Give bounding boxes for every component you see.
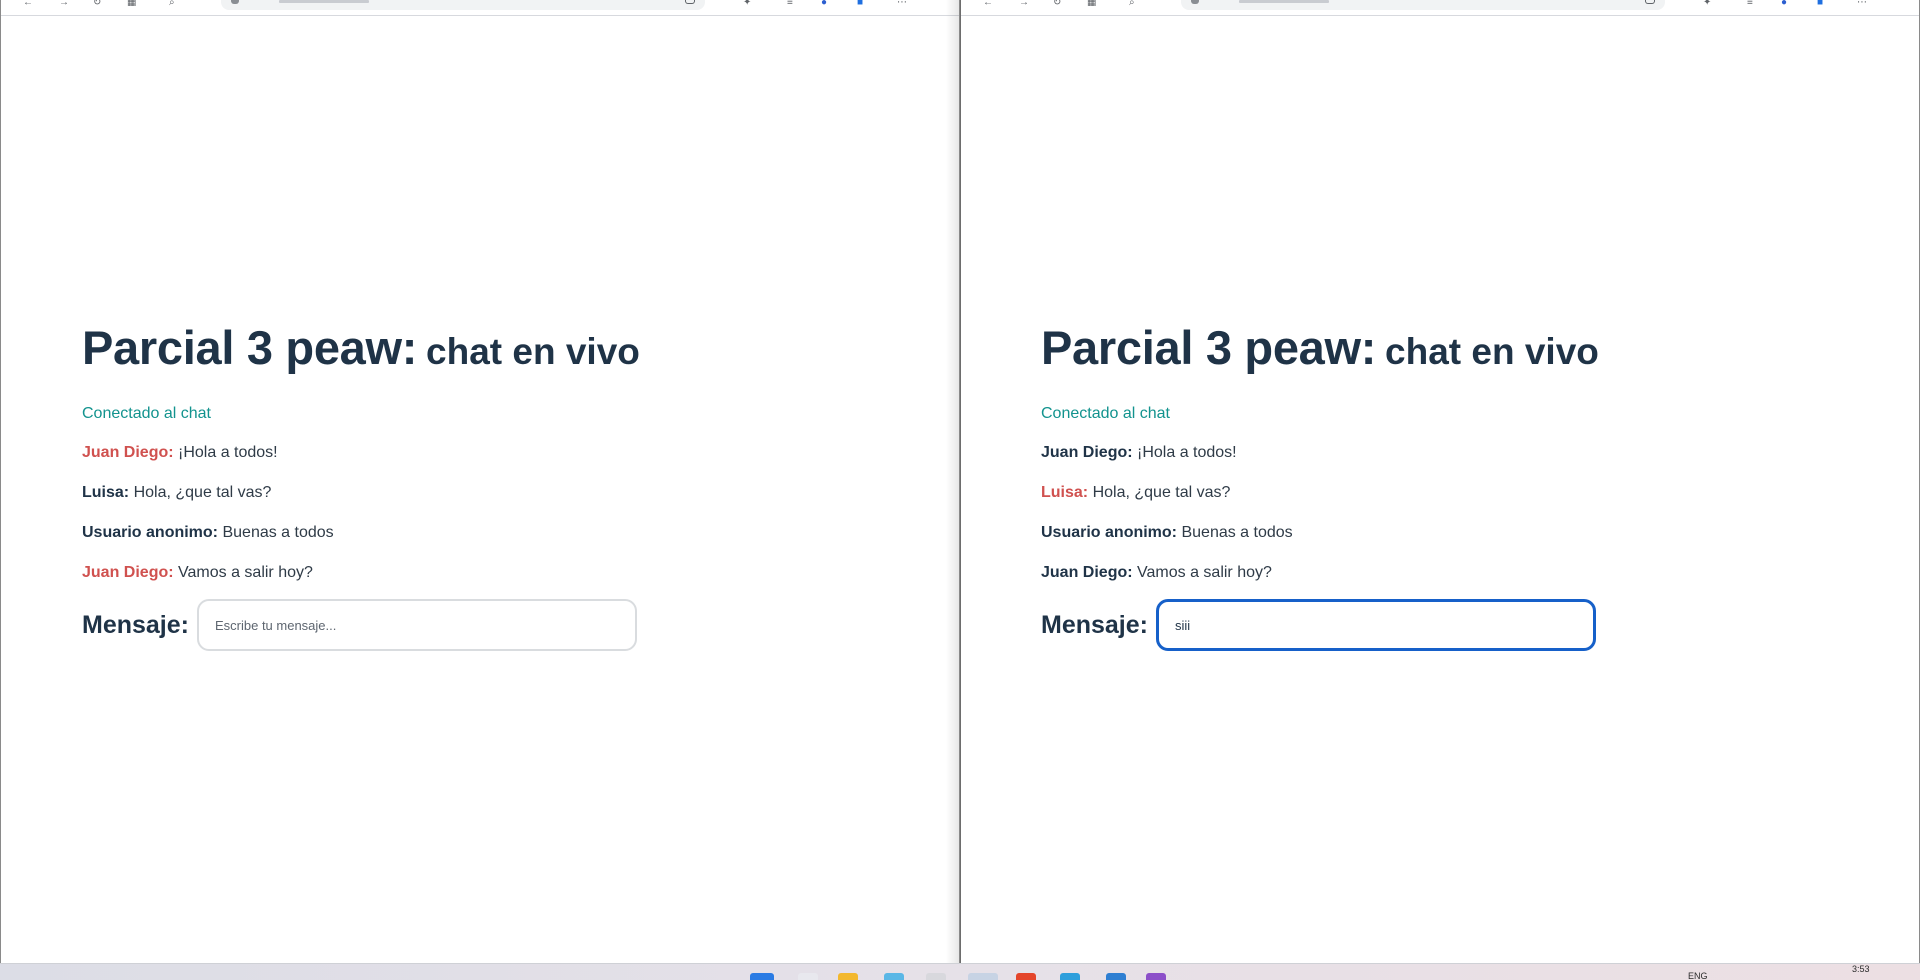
- message-text: Vamos a salir hoy?: [178, 564, 313, 581]
- message-author: Juan Diego:: [82, 564, 174, 581]
- reload-icon[interactable]: ↻: [93, 0, 101, 6]
- message-input[interactable]: [1155, 599, 1596, 651]
- notifications-icon[interactable]: ■: [857, 0, 863, 6]
- mail-icon[interactable]: [884, 973, 904, 980]
- chrome-icon[interactable]: [1016, 973, 1036, 980]
- chat-page: Parcial 3 peaw: chat en vivo Conectado a…: [82, 320, 640, 651]
- message-list: Juan Diego: ¡Hola a todos! Luisa: Hola, …: [1041, 443, 1599, 603]
- taskbar: ENG 3:53: [0, 963, 1920, 980]
- browser-window-right: ← → ↻ ▦ ⌕ ✦ ≡ ● ■ ⋯ Parcial 3 peaw: chat…: [960, 0, 1920, 963]
- title-subtitle: chat en vivo: [426, 331, 640, 372]
- message-author: Juan Diego:: [82, 444, 174, 461]
- browser-toolbar: ← → ↻ ▦ ⌕ ✦ ≡ ● ■ ⋯: [961, 0, 1919, 16]
- extensions-icon[interactable]: ✦: [743, 0, 751, 6]
- reload-icon[interactable]: ↻: [1053, 0, 1061, 6]
- site-info-icon[interactable]: [231, 0, 239, 4]
- message-input[interactable]: [196, 599, 637, 651]
- page-title: Parcial 3 peaw: chat en vivo: [82, 320, 640, 375]
- menu-icon[interactable]: ⋯: [897, 0, 907, 6]
- apps-icon[interactable]: ▦: [1087, 0, 1096, 6]
- message-text: Buenas a todos: [222, 524, 334, 541]
- message-compose: Mensaje:: [82, 599, 640, 651]
- message-list: Juan Diego: ¡Hola a todos! Luisa: Hola, …: [82, 443, 640, 603]
- apps-icon[interactable]: ▦: [127, 0, 136, 6]
- message-compose: Mensaje:: [1041, 599, 1599, 651]
- message-text: Hola, ¿que tal vas?: [1092, 484, 1231, 501]
- forward-icon[interactable]: →: [59, 0, 69, 6]
- menu-icon[interactable]: ⋯: [1857, 0, 1867, 6]
- chat-message: Luisa: Hola, ¿que tal vas?: [1041, 483, 1599, 523]
- message-text: Vamos a salir hoy?: [1137, 564, 1272, 581]
- title-main: Parcial 3 peaw:: [1041, 321, 1377, 374]
- store-icon[interactable]: [968, 973, 998, 980]
- chat-message: Luisa: Hola, ¿que tal vas?: [82, 483, 640, 523]
- notifications-icon[interactable]: ■: [1817, 0, 1823, 6]
- message-text: Buenas a todos: [1181, 524, 1293, 541]
- telegram-icon[interactable]: [1060, 973, 1080, 980]
- message-text: ¡Hola a todos!: [178, 444, 278, 461]
- connection-status: Conectado al chat: [1041, 405, 1170, 422]
- reading-list-icon[interactable]: ≡: [1747, 0, 1753, 6]
- message-author: Usuario anonimo:: [82, 524, 219, 541]
- chat-message: Usuario anonimo: Buenas a todos: [82, 523, 640, 563]
- back-icon[interactable]: ←: [23, 0, 33, 6]
- terminal-icon[interactable]: [926, 973, 946, 980]
- message-label: Mensaje:: [1041, 610, 1148, 639]
- chat-message: Juan Diego: ¡Hola a todos!: [82, 443, 640, 483]
- chat-message: Juan Diego: Vamos a salir hoy?: [82, 563, 640, 603]
- message-author: Luisa:: [82, 484, 130, 501]
- message-text: Hola, ¿que tal vas?: [133, 484, 272, 501]
- app-icon[interactable]: [1146, 973, 1166, 980]
- profile-icon[interactable]: ●: [821, 0, 827, 6]
- message-author: Juan Diego:: [1041, 564, 1133, 581]
- address-bar[interactable]: [1181, 0, 1665, 10]
- file-explorer-icon[interactable]: [838, 973, 858, 980]
- search-icon[interactable]: ⌕: [1129, 0, 1135, 6]
- chat-message: Juan Diego: ¡Hola a todos!: [1041, 443, 1599, 483]
- message-author: Juan Diego:: [1041, 444, 1133, 461]
- desktop: ← → ↻ ▦ ⌕ ✦ ≡ ● ■ ⋯ Parcial 3 peaw: chat…: [0, 0, 1920, 980]
- message-text: ¡Hola a todos!: [1137, 444, 1237, 461]
- url-text: [279, 0, 369, 3]
- address-bar[interactable]: [221, 0, 705, 10]
- page-title: Parcial 3 peaw: chat en vivo: [1041, 320, 1599, 375]
- bookmark-star-icon[interactable]: [685, 0, 695, 4]
- browser-toolbar: ← → ↻ ▦ ⌕ ✦ ≡ ● ■ ⋯: [1, 0, 959, 16]
- browser-window-left: ← → ↻ ▦ ⌕ ✦ ≡ ● ■ ⋯ Parcial 3 peaw: chat…: [0, 0, 960, 963]
- connection-status: Conectado al chat: [82, 405, 211, 422]
- chat-page: Parcial 3 peaw: chat en vivo Conectado a…: [1041, 320, 1599, 651]
- language-indicator[interactable]: ENG: [1688, 972, 1708, 980]
- chat-message: Juan Diego: Vamos a salir hoy?: [1041, 563, 1599, 603]
- search-icon[interactable]: ⌕: [169, 0, 175, 6]
- title-subtitle: chat en vivo: [1385, 331, 1599, 372]
- message-label: Mensaje:: [82, 610, 189, 639]
- forward-icon[interactable]: →: [1019, 0, 1029, 6]
- site-info-icon[interactable]: [1191, 0, 1199, 4]
- title-main: Parcial 3 peaw:: [82, 321, 418, 374]
- vscode-icon[interactable]: [1106, 973, 1126, 980]
- url-text: [1239, 0, 1329, 3]
- message-author: Luisa:: [1041, 484, 1089, 501]
- message-author: Usuario anonimo:: [1041, 524, 1178, 541]
- chat-message: Usuario anonimo: Buenas a todos: [1041, 523, 1599, 563]
- clock[interactable]: 3:53: [1852, 965, 1870, 974]
- profile-icon[interactable]: ●: [1781, 0, 1787, 6]
- start-icon[interactable]: [750, 973, 774, 980]
- back-icon[interactable]: ←: [983, 0, 993, 6]
- search-taskbar-icon[interactable]: [798, 973, 818, 980]
- bookmark-star-icon[interactable]: [1645, 0, 1655, 4]
- extensions-icon[interactable]: ✦: [1703, 0, 1711, 6]
- reading-list-icon[interactable]: ≡: [787, 0, 793, 6]
